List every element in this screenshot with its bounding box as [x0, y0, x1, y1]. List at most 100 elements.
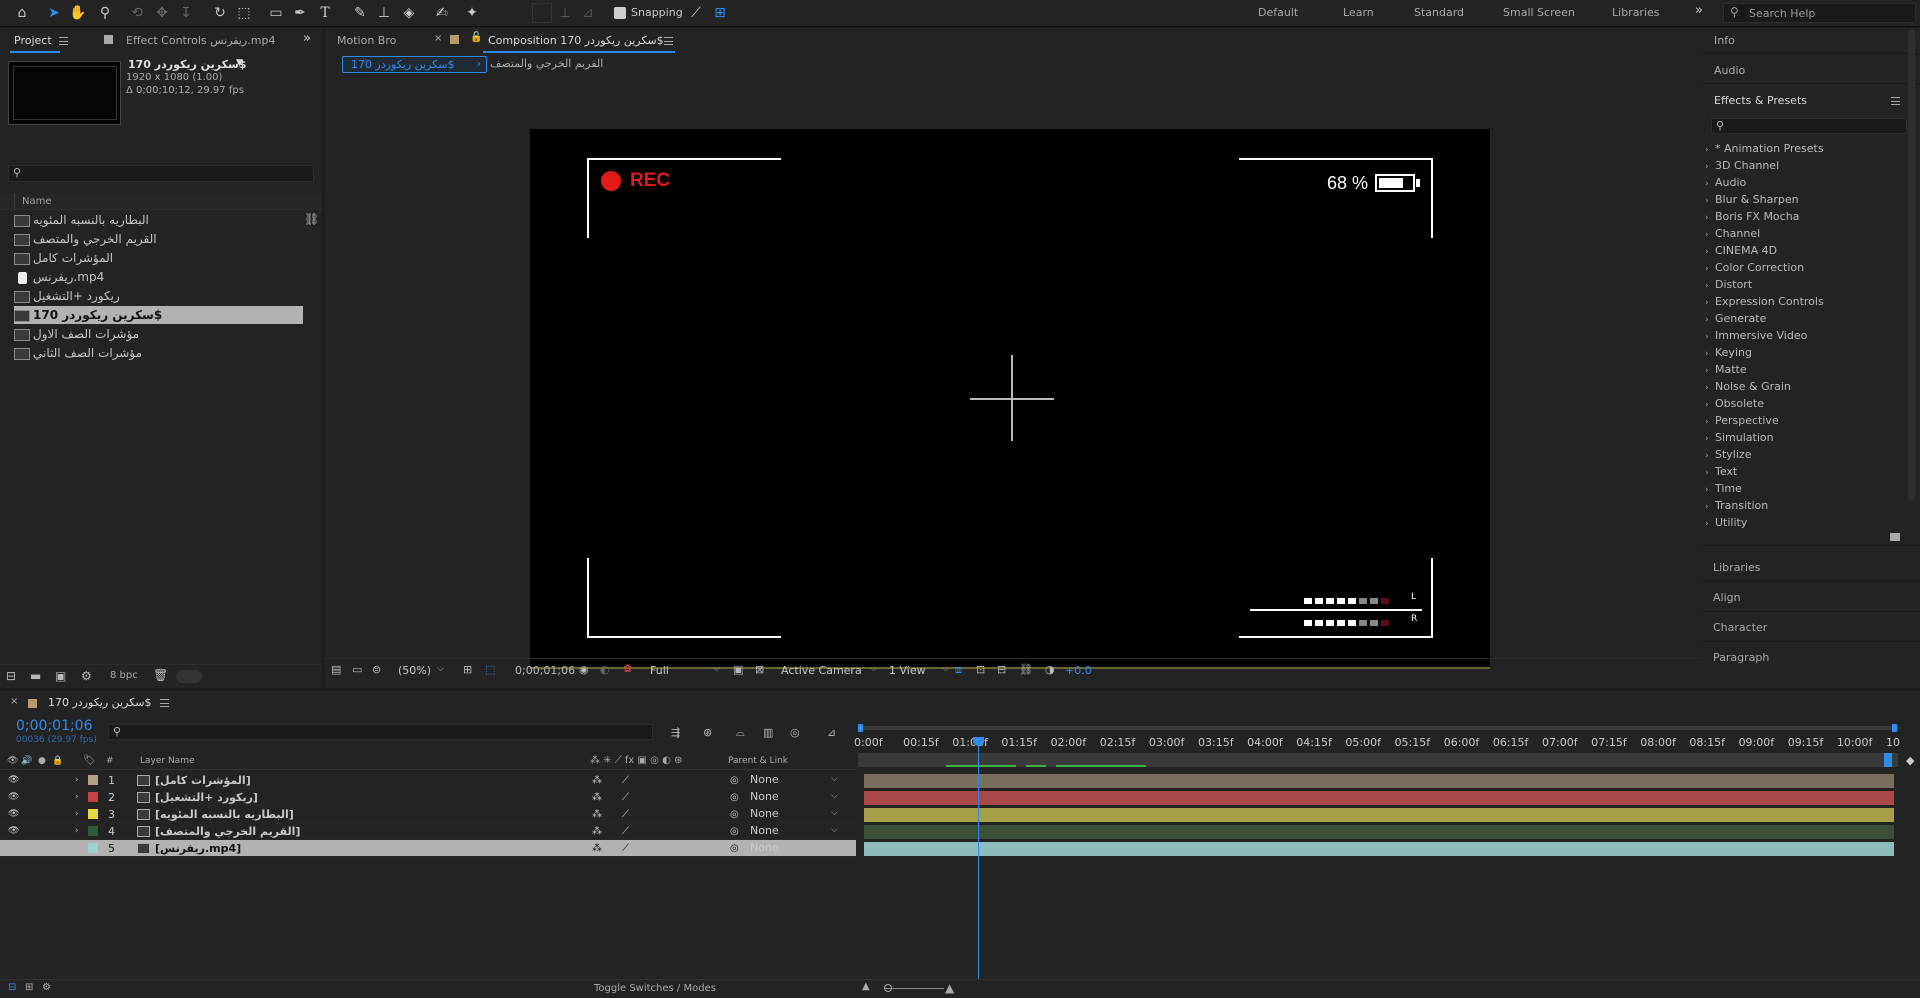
layer-name[interactable]: [المؤشرات كامل]	[155, 772, 251, 789]
effects-category[interactable]: › Blur & Sharpen	[1705, 192, 1799, 208]
fit-icon[interactable]: ⊞	[463, 663, 472, 676]
pickwhip-icon[interactable]: ◎	[730, 806, 739, 823]
eye-icon[interactable]: 👁	[8, 772, 19, 789]
effects-category[interactable]: › Simulation	[1705, 430, 1774, 446]
timeline-icon[interactable]: ⊟	[997, 663, 1006, 676]
character-panel-label[interactable]: Character	[1713, 621, 1767, 634]
project-item[interactable]: مؤشرات الصف الاول	[14, 325, 303, 343]
new-folder-icon[interactable]: ▬	[30, 669, 41, 683]
exposure-value[interactable]: +0.0	[1065, 664, 1092, 677]
shy-switch-icon[interactable]: ⁂	[592, 840, 602, 857]
chevron-right-icon[interactable]: ›	[75, 789, 79, 806]
label-color-swatch[interactable]	[88, 809, 98, 819]
project-menu-icon[interactable]	[59, 37, 68, 45]
effects-category[interactable]: › Channel	[1705, 226, 1760, 242]
effects-category[interactable]: › 3D Channel	[1705, 158, 1779, 174]
zoom-slider-knob[interactable]	[884, 984, 892, 992]
project-item[interactable]: ريفرنس.mp4	[14, 268, 303, 286]
shy-switch-icon[interactable]: ⁂	[592, 806, 602, 823]
zoom-in-icon[interactable]: ▲	[945, 981, 954, 995]
monitor-icon[interactable]: ▭	[352, 663, 362, 676]
modes-icon[interactable]: ⊞	[25, 982, 33, 993]
stamp-tool-icon[interactable]: ⊥	[374, 3, 394, 23]
effects-category[interactable]: › Stylize	[1705, 447, 1751, 463]
chevron-down-icon[interactable]: ▼	[236, 58, 243, 68]
parent-dropdown[interactable]: None ⌵	[750, 773, 840, 787]
workspace-small-screen[interactable]: Small Screen	[1503, 6, 1575, 19]
quality-switch-icon[interactable]: ⟋	[622, 789, 629, 806]
brush-tool-icon[interactable]: ✎	[350, 3, 370, 23]
effects-category[interactable]: › Immersive Video	[1705, 328, 1807, 344]
label-color-swatch[interactable]	[88, 826, 98, 836]
paragraph-panel-label[interactable]: Paragraph	[1713, 651, 1769, 664]
effects-category[interactable]: › Obsolete	[1705, 396, 1764, 412]
zoom-out-icon[interactable]: ▲	[862, 981, 870, 992]
layer-row[interactable]: 👁 › 4 [القريم الخرجي والمتصف] ⁂ ⟋ ◎ None ⌵	[0, 823, 856, 840]
time-ruler[interactable]: 0:00f 00:15f 01:00f 01:15f 02:00f 02:15f 03:00…	[854, 734, 1900, 752]
align-panel-label[interactable]: Align	[1713, 591, 1741, 604]
project-item[interactable]: مؤشرات الصف الثاني	[14, 344, 303, 362]
effects-category[interactable]: › Utility	[1705, 515, 1747, 531]
safe-zones-icon[interactable]: ⬚	[485, 663, 495, 676]
toggle-pixel-icon[interactable]: ⧈	[955, 663, 962, 677]
puppet-tool-icon[interactable]: ✦	[462, 3, 482, 23]
vr-icon[interactable]: ⊜	[372, 663, 381, 676]
anchor-tool-icon[interactable]: ⬚	[234, 3, 254, 23]
layer-name[interactable]: [البطاريه بالنسبه المئويه]	[155, 806, 294, 823]
project-item[interactable]: البطاريه بالنسبه المئويه	[14, 211, 303, 229]
layer-switches-icon[interactable]: ⊟	[8, 982, 16, 993]
fast-preview-icon[interactable]: ⊡	[976, 663, 985, 676]
solo-switch-icon[interactable]: ●	[38, 756, 46, 766]
effects-category[interactable]: › Perspective	[1705, 413, 1779, 429]
layer-row[interactable]: 👁 › 1 [المؤشرات كامل] ⁂ ⟋ ◎ None ⌵	[0, 772, 856, 789]
zoom-dropdown[interactable]: (50%)	[398, 661, 446, 679]
text-tool-icon[interactable]: T	[315, 3, 335, 23]
effects-category[interactable]: › Transition	[1705, 498, 1768, 514]
render-time-icon[interactable]: ⚙	[42, 982, 51, 993]
quality-switch-icon[interactable]: ⟋	[622, 806, 629, 823]
column-layer-name[interactable]: Layer Name	[140, 756, 195, 766]
effects-category[interactable]: › Color Correction	[1705, 260, 1804, 276]
dolly-tool-icon[interactable]: ↧	[176, 3, 196, 23]
flowchart-icon[interactable]: ⛓	[1019, 663, 1033, 676]
shy-icon[interactable]: ⌓	[736, 726, 745, 740]
quality-switch-icon[interactable]: ⟋	[622, 840, 629, 857]
snap-feature-icon[interactable]: ⊞	[710, 3, 730, 23]
bpc-label[interactable]: 8 bpc	[110, 670, 138, 681]
libraries-panel-label[interactable]: Libraries	[1713, 561, 1761, 574]
lock-icon[interactable]: 🔓	[470, 32, 482, 43]
quality-switch-icon[interactable]: ⟋	[622, 823, 629, 840]
audio-panel-label[interactable]: Audio	[1714, 64, 1745, 77]
effects-category[interactable]: › Text	[1705, 464, 1737, 480]
layer-duration-bar[interactable]	[864, 791, 1894, 805]
breadcrumb-current[interactable]: سكرين ريكوردر 170$ ›	[342, 56, 487, 73]
effects-category[interactable]: › Audio	[1705, 175, 1746, 191]
layer-row[interactable]: › 5 [ريفرنس.mp4] ⁂ ⟋ ◎ None ⌵	[0, 840, 856, 857]
label-color-swatch[interactable]	[88, 843, 98, 853]
composition-menu-icon[interactable]	[664, 37, 673, 45]
world-axis-icon[interactable]: ⊿	[578, 3, 598, 23]
close-icon[interactable]: ×	[434, 33, 442, 44]
trash-icon[interactable]: 🗑	[153, 668, 168, 682]
rectangle-tool-icon[interactable]: ▭	[266, 3, 286, 23]
effects-category[interactable]: › Boris FX Mocha	[1705, 209, 1799, 225]
effects-category[interactable]: › Distort	[1705, 277, 1752, 293]
selection-tool-icon[interactable]: ➤	[44, 3, 64, 23]
chevron-right-icon[interactable]: ›	[75, 806, 79, 823]
effects-category[interactable]: › Generate	[1705, 311, 1766, 327]
reset-exposure-icon[interactable]: ◑	[1045, 663, 1055, 676]
label-color-swatch[interactable]	[88, 775, 98, 785]
snap-edge-icon[interactable]: ⟋	[686, 3, 706, 23]
layer-row[interactable]: 👁 › 3 [البطاريه بالنسبه المئويه] ⁂ ⟋ ◎ None ⌵	[0, 806, 856, 823]
label-tag-icon[interactable]: 🏷	[83, 755, 96, 766]
axis-icon[interactable]: ⟂	[555, 3, 575, 23]
hand-tool-icon[interactable]: ✋	[68, 3, 88, 23]
effects-category[interactable]: › * Animation Presets	[1705, 141, 1824, 157]
roto-brush-tool-icon[interactable]: ✍	[432, 3, 452, 23]
quality-switch-icon[interactable]: ⟋	[622, 772, 629, 789]
pickwhip-icon[interactable]: ◎	[730, 823, 739, 840]
always-preview-icon[interactable]: ▤	[331, 663, 341, 676]
frame-blending-icon[interactable]: ▥	[763, 726, 773, 739]
flowchart-icon[interactable]: ⛓	[304, 212, 319, 226]
orbit-tool-icon[interactable]: ⟲	[127, 3, 147, 23]
